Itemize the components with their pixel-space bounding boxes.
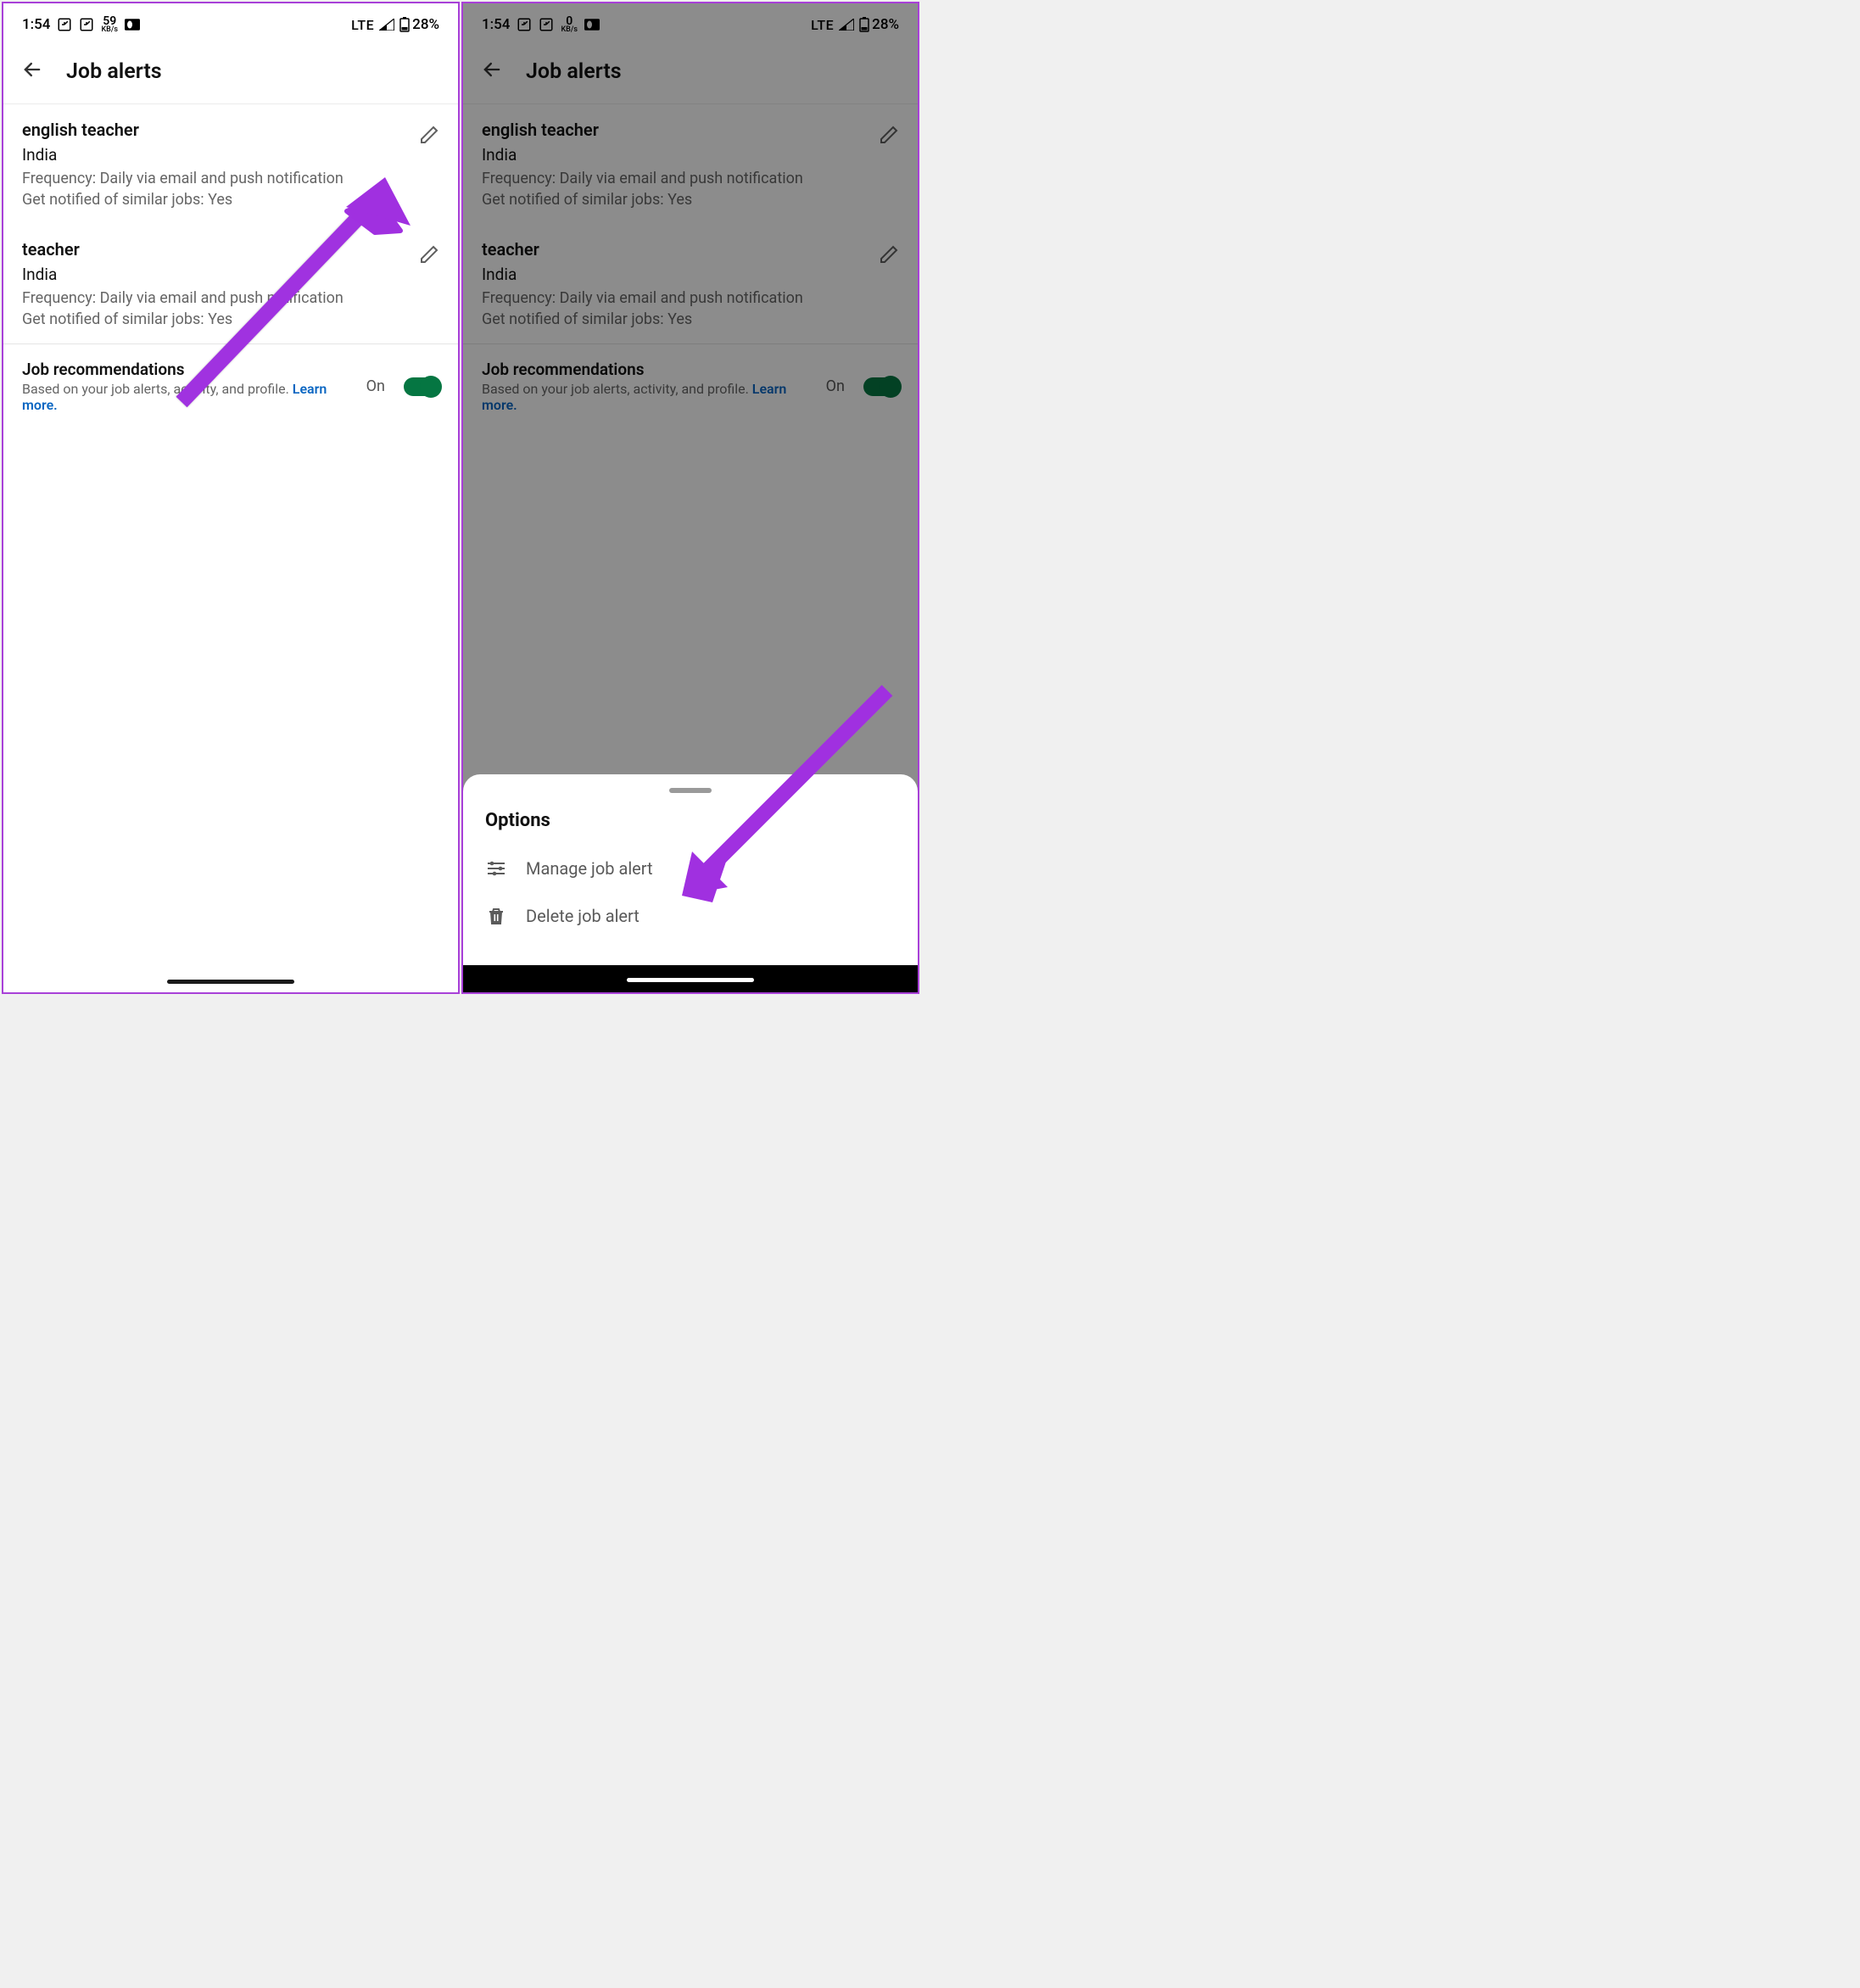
alert-name: teacher: [482, 239, 539, 260]
network-type: LTE: [811, 17, 834, 33]
nav-pill[interactable]: [167, 980, 294, 984]
delete-job-alert-item[interactable]: Delete job alert: [463, 892, 918, 940]
signal-icon: [379, 19, 394, 31]
job-recommendations-row: Job recommendations Based on your job al…: [463, 343, 918, 428]
alert-frequency: Frequency: Daily via email and push noti…: [22, 289, 439, 307]
dolby-icon: [584, 19, 600, 31]
recommendations-toggle[interactable]: [863, 377, 899, 396]
edit-icon[interactable]: [879, 244, 899, 268]
alert-name: english teacher: [22, 120, 139, 140]
screenshot-icon-2: [79, 17, 94, 32]
trash-icon: [485, 906, 507, 926]
back-button[interactable]: [480, 58, 504, 85]
alert-frequency: Frequency: Daily via email and push noti…: [482, 289, 899, 307]
back-button[interactable]: [20, 58, 44, 85]
rec-desc: Based on your job alerts, activity, and …: [482, 381, 749, 397]
status-time: 1:54: [482, 16, 510, 33]
screenshot-icon: [517, 17, 532, 32]
alert-frequency: Frequency: Daily via email and push noti…: [482, 170, 899, 187]
phone-screen-right: 1:54 0KB/s LTE 28%: [461, 2, 919, 994]
status-bar: 1:54 0KB/s LTE 28%: [463, 3, 918, 42]
alert-similar: Get notified of similar jobs: Yes: [22, 191, 439, 209]
dolby-icon: [125, 19, 140, 31]
recommendations-toggle[interactable]: [404, 377, 439, 396]
job-alert-item[interactable]: teacher India Frequency: Daily via email…: [463, 224, 918, 343]
alert-location: India: [482, 265, 539, 284]
battery-status: 28%: [399, 16, 439, 33]
toggle-state-label: On: [826, 377, 845, 395]
status-bar: 1:54 59KB/s LTE 28%: [3, 3, 458, 42]
edit-icon[interactable]: [419, 125, 439, 148]
sliders-icon: [485, 858, 507, 879]
options-bottom-sheet: Options Manage job alert Delete job aler…: [463, 774, 918, 965]
nav-bar: [463, 965, 918, 992]
sheet-handle[interactable]: [669, 788, 712, 793]
sheet-title: Options: [463, 810, 918, 845]
edit-icon[interactable]: [419, 244, 439, 268]
page-title: Job alerts: [526, 59, 622, 84]
screenshot-icon-2: [539, 17, 554, 32]
data-speed: 0KB/s: [561, 16, 578, 34]
alert-similar: Get notified of similar jobs: Yes: [482, 191, 899, 209]
data-speed: 59KB/s: [101, 16, 118, 34]
edit-icon[interactable]: [879, 125, 899, 148]
alert-location: India: [482, 145, 599, 165]
alert-similar: Get notified of similar jobs: Yes: [482, 310, 899, 328]
network-type: LTE: [351, 17, 374, 33]
battery-status: 28%: [859, 16, 899, 33]
job-alert-item[interactable]: english teacher India Frequency: Daily v…: [3, 104, 458, 224]
app-header: Job alerts: [463, 42, 918, 104]
app-header: Job alerts: [3, 42, 458, 104]
alert-similar: Get notified of similar jobs: Yes: [22, 310, 439, 328]
job-alert-item[interactable]: teacher India Frequency: Daily via email…: [3, 224, 458, 343]
rec-desc: Based on your job alerts, activity, and …: [22, 381, 289, 397]
delete-label: Delete job alert: [526, 906, 640, 926]
signal-icon: [839, 19, 854, 31]
alert-location: India: [22, 145, 139, 165]
toggle-state-label: On: [366, 377, 385, 395]
rec-title: Job recommendations: [482, 360, 814, 379]
alert-location: India: [22, 265, 80, 284]
alert-name: teacher: [22, 239, 80, 260]
job-alert-item[interactable]: english teacher India Frequency: Daily v…: [463, 104, 918, 224]
page-title: Job alerts: [66, 59, 162, 84]
job-recommendations-row: Job recommendations Based on your job al…: [3, 343, 458, 428]
alert-frequency: Frequency: Daily via email and push noti…: [22, 170, 439, 187]
rec-title: Job recommendations: [22, 360, 355, 379]
phone-screen-left: 1:54 59KB/s LTE 28%: [2, 2, 460, 994]
manage-job-alert-item[interactable]: Manage job alert: [463, 845, 918, 892]
screenshot-icon: [57, 17, 72, 32]
nav-pill[interactable]: [627, 978, 754, 982]
manage-label: Manage job alert: [526, 858, 653, 879]
status-time: 1:54: [22, 16, 50, 33]
alert-name: english teacher: [482, 120, 599, 140]
